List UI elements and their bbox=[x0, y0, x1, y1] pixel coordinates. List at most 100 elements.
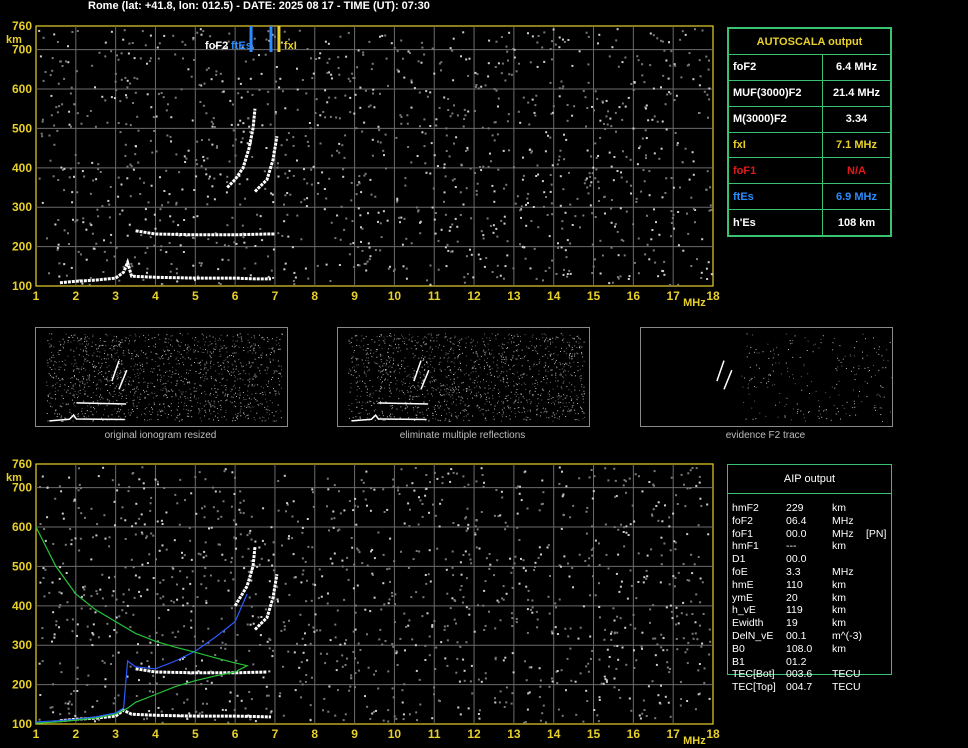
x-axis-label: MHz bbox=[683, 297, 706, 309]
aip-param-name: foF1 bbox=[732, 527, 754, 540]
x-tick-label: 9 bbox=[351, 727, 358, 741]
aip-param-value: 108.0 bbox=[786, 642, 813, 655]
y-tick-label: 500 bbox=[12, 121, 32, 135]
x-tick-label: 10 bbox=[388, 727, 402, 741]
x-tick-label: 8 bbox=[311, 289, 318, 303]
y-tick-label: 100 bbox=[12, 279, 32, 293]
y-tick-label: 500 bbox=[12, 559, 32, 573]
thumbnail-speckle bbox=[348, 333, 585, 422]
x-tick-label: 7 bbox=[272, 289, 279, 303]
aip-param-value: 3.3 bbox=[786, 566, 801, 578]
aip-param-name: h_vE bbox=[732, 604, 756, 617]
x-tick-label: 14 bbox=[547, 727, 561, 741]
aip-param-value: 01.2 bbox=[786, 655, 807, 668]
x-tick-label: 6 bbox=[232, 289, 239, 303]
aip-param-unit: km bbox=[832, 578, 846, 591]
aip-param-unit: MHz bbox=[832, 514, 854, 527]
aip-param-unit: MHz bbox=[832, 527, 854, 540]
x-tick-label: 14 bbox=[547, 289, 561, 303]
x-tick-label: 3 bbox=[112, 289, 119, 303]
marker-label-foF2: foF2 bbox=[205, 40, 228, 52]
aip-param-unit: km bbox=[832, 604, 846, 617]
aip-param-name: DelN_vE bbox=[732, 630, 774, 642]
x-tick-label: 4 bbox=[152, 727, 159, 741]
y-tick-label: 600 bbox=[12, 520, 32, 534]
y-tick-label: 300 bbox=[12, 200, 32, 214]
autoscala-label-foF2: foF2 bbox=[728, 54, 823, 81]
aip-param-value: 229 bbox=[786, 502, 804, 514]
x-tick-label: 6 bbox=[232, 727, 239, 741]
x-tick-label: 5 bbox=[192, 727, 199, 741]
autoscala-value-fxI: 7.1 MHz bbox=[821, 131, 892, 159]
x-tick-label: 13 bbox=[507, 289, 521, 303]
thumbnail-caption-original: original ionogram resized bbox=[104, 430, 217, 441]
aip-param-value: 19 bbox=[786, 617, 798, 630]
x-axis-label: MHz bbox=[683, 735, 706, 747]
x-tick-label: 2 bbox=[72, 727, 79, 741]
x-tick-label: 3 bbox=[112, 727, 119, 741]
x-tick-label: 12 bbox=[467, 289, 481, 303]
x-tick-label: 18 bbox=[706, 727, 720, 741]
x-tick-label: 11 bbox=[428, 727, 441, 741]
x-tick-label: 18 bbox=[706, 289, 720, 303]
thumbnail-caption-f2: evidence F2 trace bbox=[725, 430, 806, 441]
aip-param-name: hmF1 bbox=[732, 540, 759, 553]
aip-param-unit: km bbox=[832, 502, 846, 514]
aip-param-value: 004.7 bbox=[786, 681, 813, 694]
thumbnail-trace bbox=[378, 402, 429, 405]
autoscala-value-foF1: N/A bbox=[821, 157, 892, 185]
aip-param-value: 003.6 bbox=[786, 668, 813, 681]
aip-param-value: 00.1 bbox=[786, 630, 807, 642]
x-tick-label: 16 bbox=[627, 289, 641, 303]
x-tick-label: 7 bbox=[272, 727, 279, 741]
autoscala-label-ftEs: ftEs bbox=[728, 183, 823, 211]
x-tick-label: 13 bbox=[507, 727, 521, 741]
x-tick-label: 9 bbox=[351, 289, 358, 303]
x-tick-label: 2 bbox=[72, 289, 79, 303]
y-tick-label: 400 bbox=[12, 161, 32, 175]
aip-param-value: --- bbox=[786, 540, 797, 553]
autoscala-value-hEs: 108 km bbox=[821, 209, 892, 236]
thumbnail-trace bbox=[118, 369, 128, 390]
marker-label-fxI: fxI bbox=[284, 40, 297, 52]
aip-param-name: D1 bbox=[732, 553, 746, 566]
aip-output-panel: AIP output hmF2 229 km foF2 06.4 MHz foF1 00.0 M… bbox=[727, 464, 892, 693]
thumbnail-speckle bbox=[741, 333, 892, 422]
aip-param-unit: TECU bbox=[832, 668, 861, 681]
x-tick-label: 15 bbox=[587, 289, 601, 303]
aip-param-value: 00.0 bbox=[786, 527, 807, 540]
aip-param-name: B0 bbox=[732, 642, 745, 655]
autoscala-label-muf: MUF(3000)F2 bbox=[728, 79, 823, 107]
y-tick-label: 400 bbox=[12, 599, 32, 613]
aip-param-name: foF2 bbox=[732, 514, 754, 527]
marker-label-ftEs: ftEs bbox=[231, 40, 252, 52]
aip-param-name: hmF2 bbox=[732, 502, 759, 514]
aip-param-value: 06.4 bbox=[786, 514, 807, 527]
aip-param-unit: km bbox=[832, 540, 846, 553]
aip-param-name: ymE bbox=[732, 591, 753, 604]
aip-param-unit: km bbox=[832, 642, 846, 655]
autoscala-value-ftEs: 6.9 MHz bbox=[821, 183, 892, 211]
aip-param-name: hmE bbox=[732, 578, 754, 591]
x-tick-label: 17 bbox=[666, 727, 680, 741]
thumbnail-eliminate-multiple bbox=[337, 327, 590, 427]
x-tick-label: 1 bbox=[33, 289, 40, 303]
thumbnail-original bbox=[35, 327, 288, 427]
aip-param-name: foE bbox=[732, 566, 748, 578]
station-header: Rome (lat: +41.8, lon: 012.5) - DATE: 20… bbox=[88, 0, 430, 12]
aip-param-unit: MHz bbox=[832, 566, 854, 578]
thumbnail-speckle bbox=[46, 333, 283, 422]
aip-param-name: TEC[Bot] bbox=[732, 668, 775, 681]
y-tick-label: 200 bbox=[12, 240, 32, 254]
aip-param-unit: km bbox=[832, 591, 846, 604]
aip-param-name: Ewidth bbox=[732, 617, 764, 630]
aip-param-unit: TECU bbox=[832, 681, 861, 694]
autoscala-value-foF2: 6.4 MHz bbox=[821, 54, 892, 81]
autoscala-label-foF1: foF1 bbox=[728, 157, 823, 185]
autoscala-title: AUTOSCALA output bbox=[728, 28, 891, 55]
thumbnail-trace bbox=[723, 369, 733, 390]
x-tick-label: 10 bbox=[388, 289, 402, 303]
thumbnail-trace bbox=[76, 402, 127, 405]
thumbnail-caption-eliminate: eliminate multiple reflections bbox=[399, 430, 526, 441]
x-tick-label: 5 bbox=[192, 289, 199, 303]
